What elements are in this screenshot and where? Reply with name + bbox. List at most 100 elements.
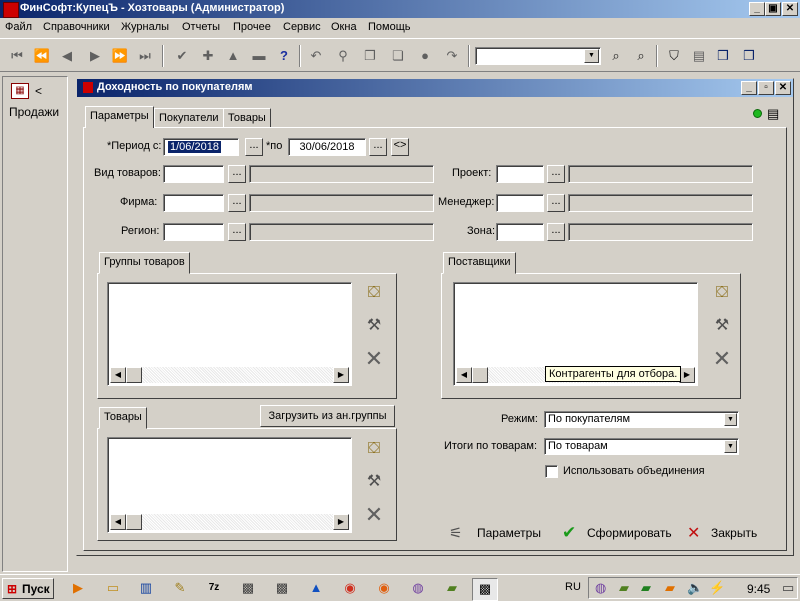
- scroll-thumb[interactable]: [472, 367, 488, 383]
- load-from-group-button[interactable]: Загрузить из ан.группы: [260, 405, 395, 427]
- next-record-icon[interactable]: ▶: [84, 45, 106, 67]
- copy-icon[interactable]: ❐: [359, 45, 381, 67]
- menu-other[interactable]: Прочее: [233, 21, 271, 33]
- report-maximize-button[interactable]: ▫: [758, 81, 774, 95]
- viber-tray-icon[interactable]: ◍: [595, 580, 606, 596]
- remove-supplier-icon[interactable]: ⚒: [711, 315, 733, 337]
- chevron-down-icon[interactable]: ▼: [724, 413, 737, 426]
- binoculars-next-icon[interactable]: ⌕: [630, 45, 652, 67]
- totals-select[interactable]: По товарам ▼: [544, 438, 739, 455]
- scroll-thumb[interactable]: [126, 514, 142, 530]
- report-settings-icon[interactable]: ▤: [767, 106, 779, 122]
- start-button[interactable]: ⊞ Пуск: [2, 578, 54, 599]
- volume-icon[interactable]: 🔈: [687, 580, 703, 596]
- app-task-icon[interactable]: ▩: [236, 578, 260, 599]
- params-icon[interactable]: ⚟: [449, 524, 462, 542]
- check-icon[interactable]: ✔: [562, 523, 576, 543]
- add-group-icon[interactable]: ⛋: [363, 284, 385, 306]
- product-groups-list[interactable]: ◀ ▶: [107, 282, 352, 386]
- tab-suppliers[interactable]: Поставщики: [443, 252, 516, 274]
- show-desktop-icon[interactable]: ▭: [782, 580, 794, 596]
- zone-field[interactable]: [496, 223, 544, 241]
- paste-icon[interactable]: ❏: [387, 45, 409, 67]
- check-icon[interactable]: ✔: [171, 45, 193, 67]
- period-from-picker-button[interactable]: ...: [245, 138, 263, 156]
- period-to-field[interactable]: 30/06/2018: [288, 138, 366, 156]
- up-icon[interactable]: ▲: [222, 45, 244, 67]
- mode-select[interactable]: По покупателям ▼: [544, 411, 739, 428]
- firm-picker-button[interactable]: ...: [228, 194, 246, 212]
- menu-reports[interactable]: Отчеты: [182, 21, 220, 33]
- search-icon[interactable]: ⚲: [332, 45, 354, 67]
- report-close-button[interactable]: ✕: [775, 81, 791, 95]
- undo-icon[interactable]: ↶: [305, 45, 327, 67]
- tab-goods-list[interactable]: Товары: [99, 407, 147, 429]
- tab-goods[interactable]: Товары: [223, 108, 271, 128]
- minimize-button[interactable]: _: [749, 2, 765, 16]
- filter-icon[interactable]: ⛉: [663, 45, 685, 67]
- scroll-left-button[interactable]: ◀: [110, 367, 126, 383]
- record-icon[interactable]: ●: [414, 45, 436, 67]
- clear-goods-icon[interactable]: ✕: [363, 502, 385, 527]
- media-player-icon[interactable]: ▶: [66, 578, 90, 599]
- add-goods-icon[interactable]: ⛋: [363, 440, 385, 462]
- period-from-field[interactable]: 1/06/2018: [163, 138, 239, 156]
- menu-service[interactable]: Сервис: [283, 21, 321, 33]
- project-field[interactable]: [496, 165, 544, 183]
- firm-field[interactable]: [163, 194, 224, 212]
- menu-help[interactable]: Помощь: [368, 21, 411, 33]
- tab-customers[interactable]: Покупатели: [154, 108, 224, 128]
- redo-icon[interactable]: ↷: [441, 45, 463, 67]
- menu-file[interactable]: Файл: [5, 21, 32, 33]
- generate-button[interactable]: Сформировать: [587, 526, 672, 540]
- remove-goods-icon[interactable]: ⚒: [363, 471, 385, 493]
- manager-picker-button[interactable]: ...: [547, 194, 565, 212]
- scroll-right-button[interactable]: ▶: [333, 367, 349, 383]
- app-task-icon[interactable]: ▩: [270, 578, 294, 599]
- minus-icon[interactable]: ▬: [248, 45, 270, 67]
- folder-app-icon[interactable]: ▰: [440, 578, 464, 599]
- sales-icon[interactable]: ▦: [11, 83, 29, 99]
- maximize-button[interactable]: ▣: [765, 2, 781, 16]
- manager-field[interactable]: [496, 194, 544, 212]
- book-icon[interactable]: ▥: [134, 578, 158, 599]
- period-to-picker-button[interactable]: ...: [369, 138, 387, 156]
- scroll-left-button[interactable]: ◀: [456, 367, 472, 383]
- close-app-button[interactable]: ✕: [782, 2, 798, 16]
- use-unions-label[interactable]: Использовать объединения: [563, 465, 705, 477]
- menu-directories[interactable]: Справочники: [43, 21, 110, 33]
- tab-product-groups[interactable]: Группы товаров: [99, 252, 190, 274]
- menu-journals[interactable]: Журналы: [121, 21, 169, 33]
- use-unions-checkbox[interactable]: [545, 465, 558, 478]
- toolbar-search-combo[interactable]: ▼: [475, 47, 601, 65]
- goods-kind-picker-button[interactable]: ...: [228, 165, 246, 183]
- scroll-left-button[interactable]: ◀: [110, 514, 126, 530]
- notes-icon[interactable]: ✎: [168, 578, 192, 599]
- region-picker-button[interactable]: ...: [228, 223, 246, 241]
- report-minimize-button[interactable]: _: [741, 81, 757, 95]
- chevron-down-icon[interactable]: ▼: [724, 440, 737, 453]
- binoculars-icon[interactable]: ⌕: [605, 45, 627, 67]
- params-button[interactable]: Параметры: [477, 526, 541, 540]
- last-record-icon[interactable]: ⏭: [134, 45, 156, 67]
- region-field[interactable]: [163, 223, 224, 241]
- language-indicator[interactable]: RU: [565, 581, 581, 593]
- menu-windows[interactable]: Окна: [331, 21, 357, 33]
- scroll-right-button[interactable]: ▶: [333, 514, 349, 530]
- remove-group-icon[interactable]: ⚒: [363, 315, 385, 337]
- close-icon[interactable]: ✕: [687, 523, 700, 543]
- prev-record-icon[interactable]: ◀: [56, 45, 78, 67]
- add-icon[interactable]: ✚: [197, 45, 219, 67]
- tray-app-icon[interactable]: ▰: [619, 580, 629, 596]
- goods-kind-field[interactable]: [163, 165, 224, 183]
- next-page-icon[interactable]: ⏩: [109, 45, 131, 67]
- close-button[interactable]: Закрыть: [711, 526, 757, 540]
- window-cascade-icon[interactable]: ❒: [712, 45, 734, 67]
- project-picker-button[interactable]: ...: [547, 165, 565, 183]
- clear-groups-icon[interactable]: ✕: [363, 346, 385, 371]
- 7zip-icon[interactable]: 7z: [202, 578, 226, 599]
- goods-hscroll[interactable]: ◀ ▶: [110, 514, 349, 530]
- period-swap-button[interactable]: <>: [391, 138, 409, 156]
- prev-page-icon[interactable]: ⏪: [31, 45, 53, 67]
- explorer-icon[interactable]: ▭: [101, 578, 125, 599]
